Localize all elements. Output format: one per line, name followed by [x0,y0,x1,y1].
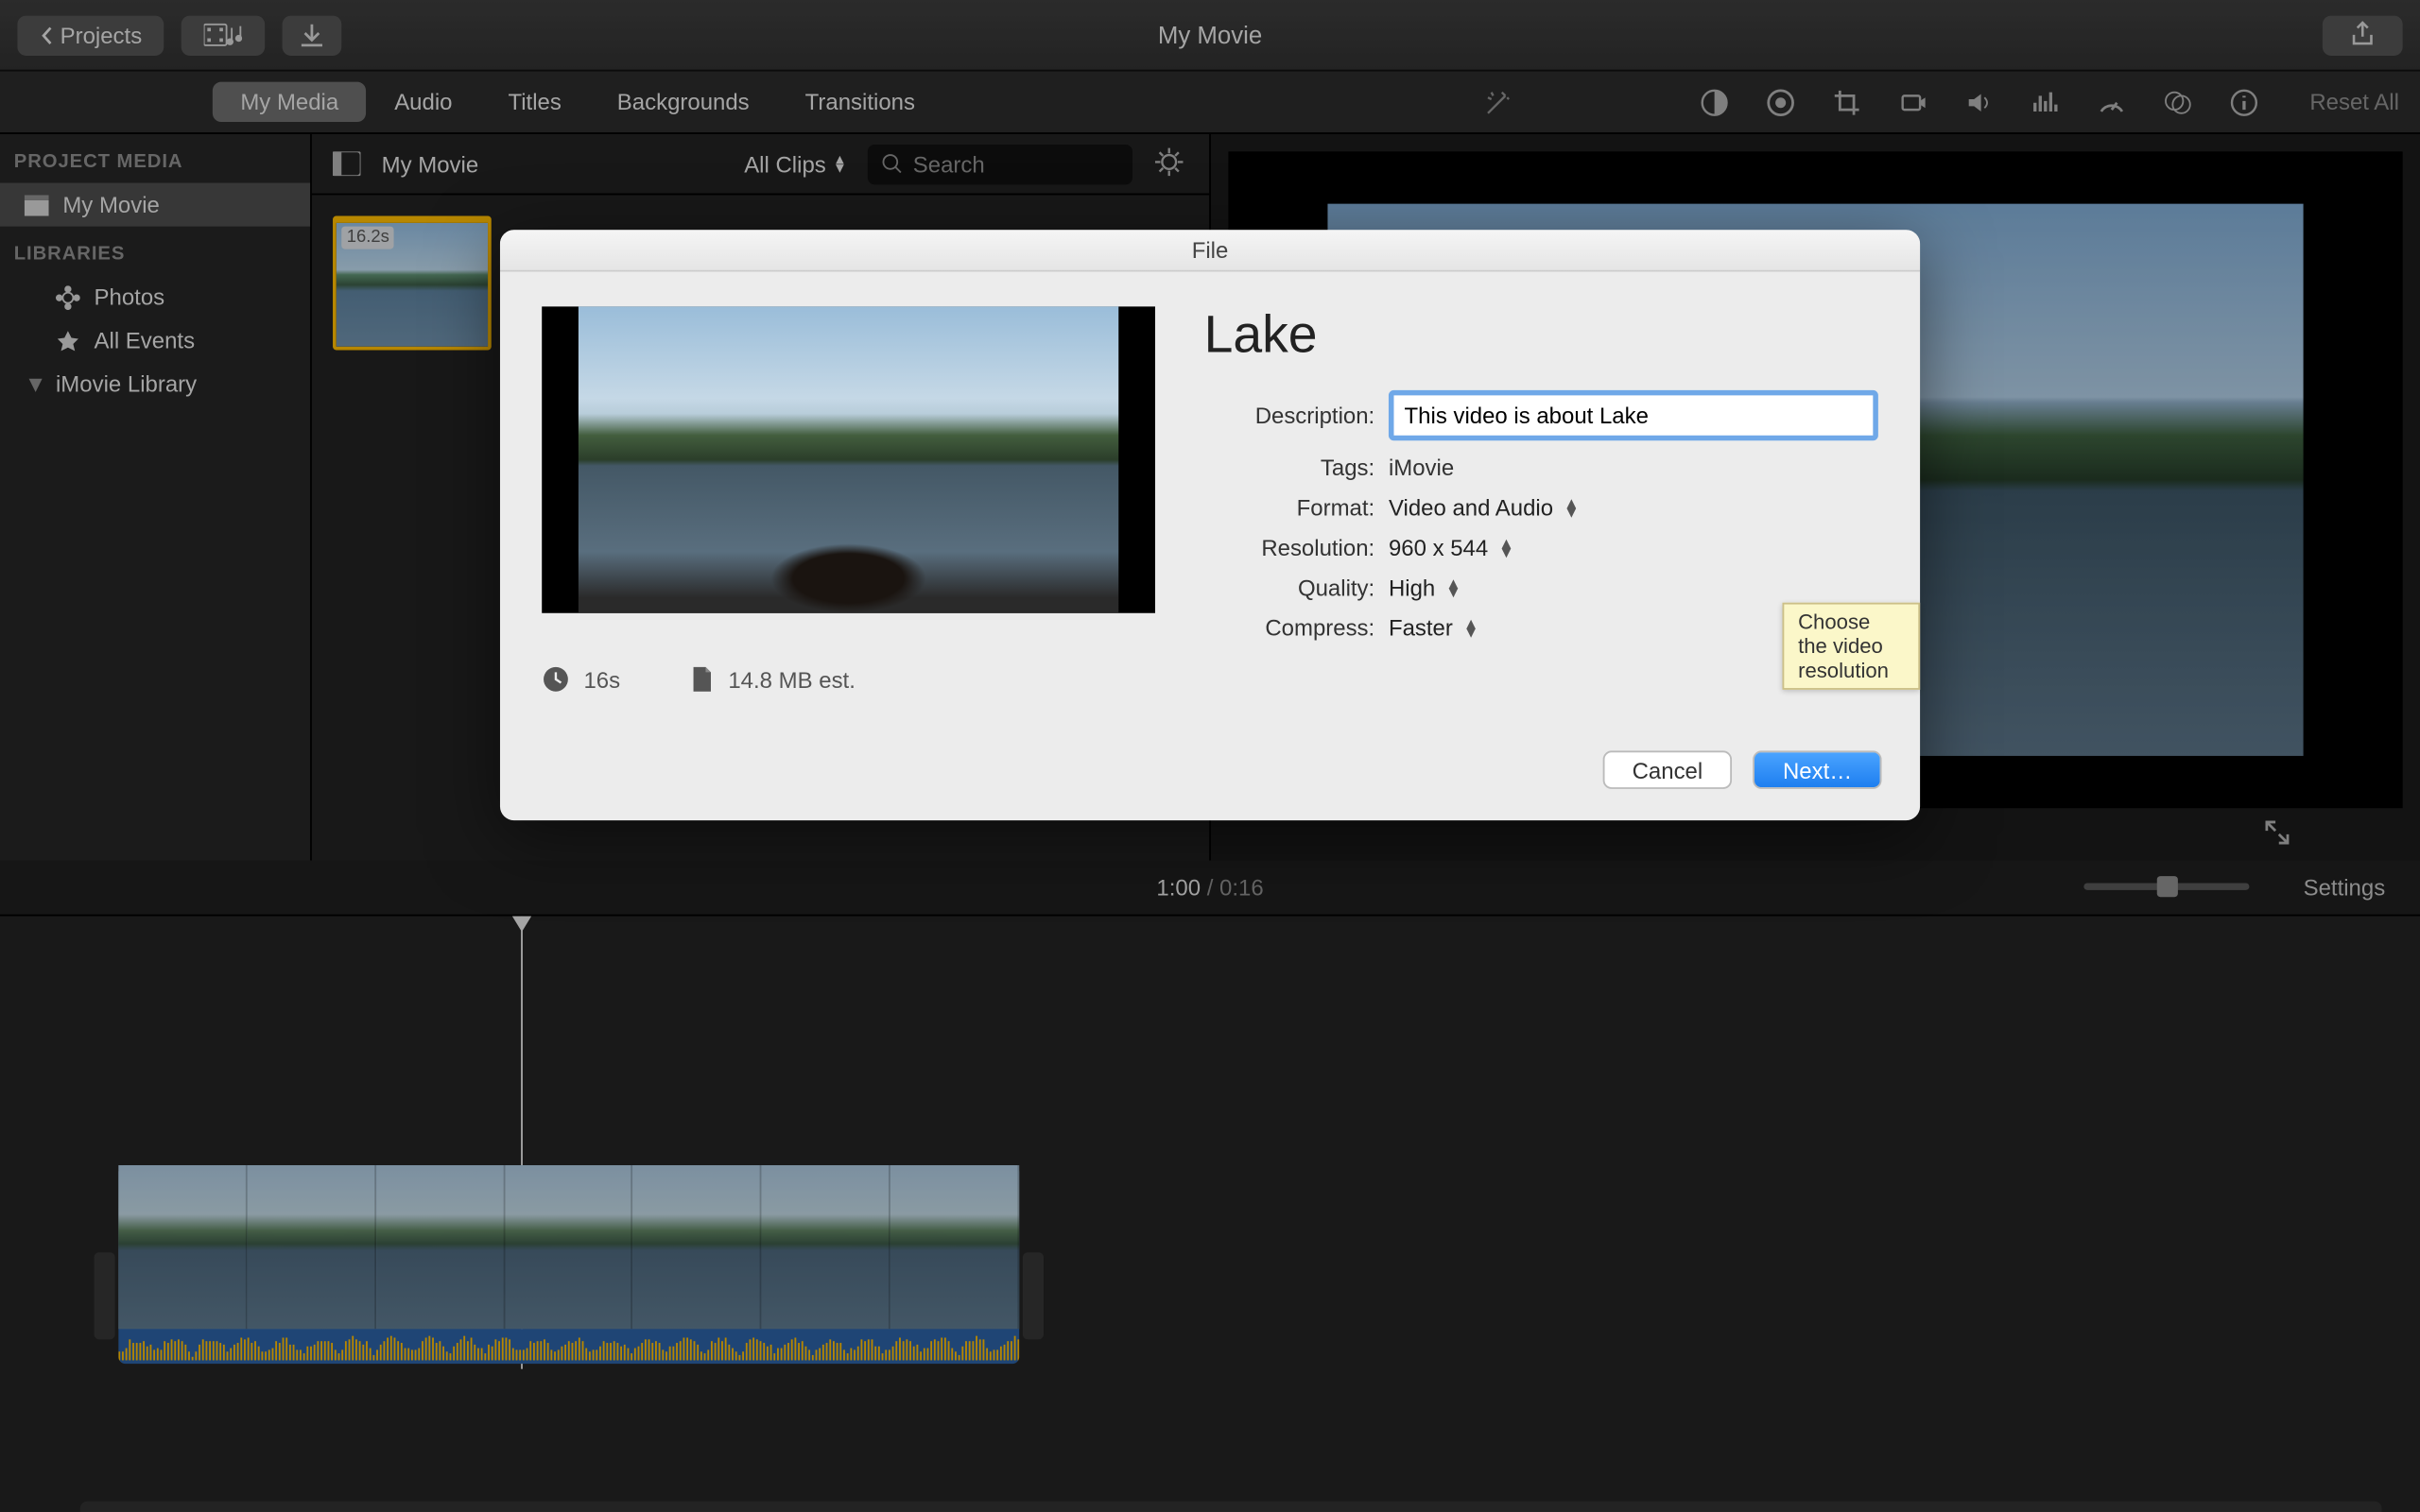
format-select[interactable]: Video and Audio ▲▼ [1389,494,1580,521]
tags-value[interactable]: iMovie [1389,455,1454,481]
updown-icon: ▲▼ [1498,539,1513,556]
resolution-select[interactable]: 960 x 544 ▲▼ [1389,535,1514,561]
compress-select[interactable]: Faster ▲▼ [1389,615,1478,642]
modal-title: File [500,230,1920,271]
clock-icon [542,665,569,693]
updown-icon: ▲▼ [1445,579,1461,596]
compress-label: Compress: [1204,615,1375,642]
export-title: Lake [1204,306,1878,366]
format-label: Format: [1204,494,1375,521]
updown-icon: ▲▼ [1564,499,1579,516]
export-file-dialog: File 16s 14.8 MB est. Lak [500,230,1920,820]
description-label: Description: [1204,403,1375,429]
next-button[interactable]: Next… [1754,750,1882,789]
quality-select[interactable]: High ▲▼ [1389,575,1461,601]
tags-label: Tags: [1204,455,1375,481]
updown-icon: ▲▼ [1463,619,1478,636]
quality-label: Quality: [1204,575,1375,601]
export-duration: 16s [542,665,620,693]
file-icon [690,665,715,693]
cancel-button[interactable]: Cancel [1602,750,1732,789]
export-filesize: 14.8 MB est. [690,665,856,693]
resolution-label: Resolution: [1204,535,1375,561]
resolution-tooltip: Choose the video resolution [1782,603,1920,690]
export-preview [542,306,1155,612]
description-input[interactable] [1389,390,1878,440]
